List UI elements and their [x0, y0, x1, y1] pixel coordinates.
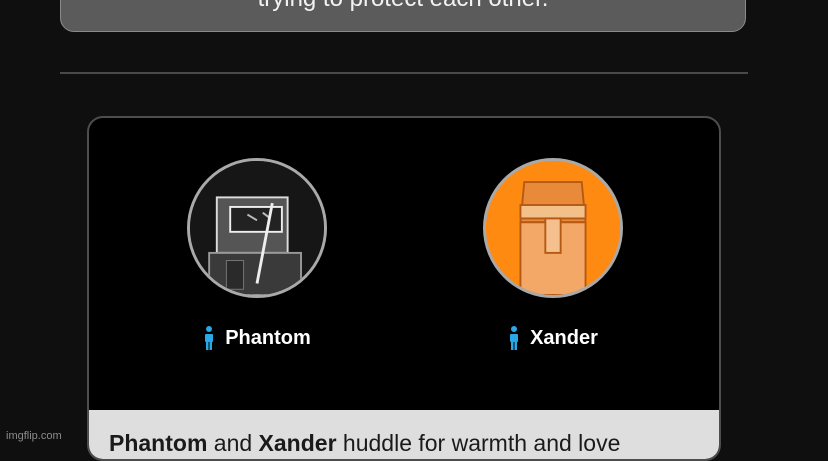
caption-name-xander: Xander: [258, 430, 337, 456]
person-icon: [510, 326, 519, 350]
event-caption-bar: Phantom and Xander huddle for warmth and…: [89, 410, 719, 459]
previous-event-text: trying to protect each other.: [61, 0, 745, 13]
name-row-phantom: Phantom: [157, 326, 357, 350]
player-name-phantom: Phantom: [225, 327, 311, 349]
caption-name-phantom: Phantom: [109, 430, 208, 456]
divider: [60, 72, 748, 74]
avatar-phantom: [187, 158, 327, 298]
player-name-xander: Xander: [530, 327, 598, 349]
caption-text-and: and: [207, 430, 259, 456]
event-card: Phantom Xander Phantom and Xander huddle…: [87, 116, 721, 461]
person-icon: [205, 326, 214, 350]
caption-text-rest: huddle for warmth and love: [336, 430, 621, 456]
player-xander: Xander: [453, 158, 653, 350]
name-row-xander: Xander: [453, 326, 653, 350]
phantom-avatar-drawing: [190, 161, 324, 295]
event-caption: Phantom and Xander huddle for warmth and…: [109, 428, 709, 458]
player-phantom: Phantom: [157, 158, 357, 350]
previous-event-card: trying to protect each other.: [60, 0, 746, 32]
imgflip-watermark: imgflip.com: [6, 430, 62, 442]
avatar-xander: [483, 158, 623, 298]
xander-avatar-drawing: [486, 161, 620, 295]
